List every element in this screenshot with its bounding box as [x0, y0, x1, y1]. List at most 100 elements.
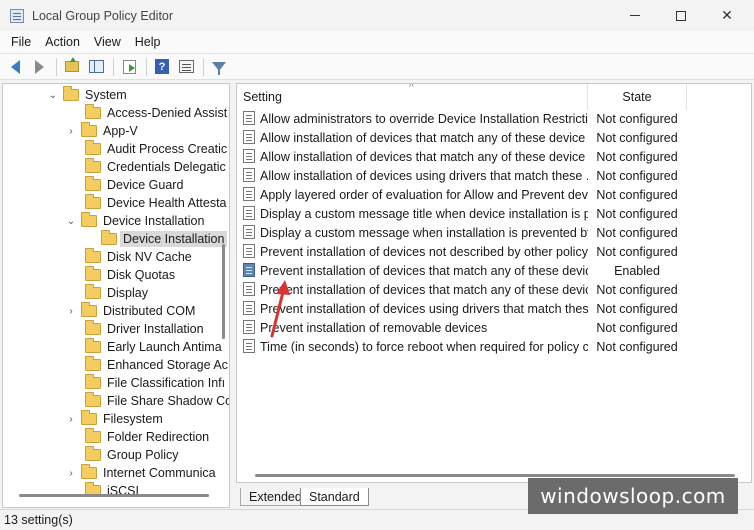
policy-state: Not configured — [596, 206, 678, 221]
tree-item[interactable]: Driver Installation — [81, 320, 204, 338]
chevron-down-icon[interactable]: ⌄ — [65, 212, 77, 230]
policy-row[interactable]: Prevent installation of devices using dr… — [237, 299, 751, 318]
policy-row[interactable]: Allow installation of devices using driv… — [237, 166, 751, 185]
tree-item-device-installation-restrictions[interactable]: Device Installation — [97, 230, 228, 248]
back-button[interactable] — [4, 56, 26, 78]
tree-item-label: Device Guard — [107, 178, 184, 192]
tree-item[interactable]: › Filesystem — [65, 410, 163, 428]
tree-vertical-scrollbar[interactable] — [222, 244, 225, 339]
tree-item[interactable]: Disk Quotas — [81, 266, 175, 284]
tree-item[interactable]: › Internet Communica — [65, 464, 216, 482]
policy-row[interactable]: Display a custom message when installati… — [237, 223, 751, 242]
tree-item-label: Filesystem — [103, 412, 163, 426]
policy-state: Not configured — [596, 130, 678, 145]
chevron-right-icon[interactable]: › — [65, 410, 77, 428]
properties-button[interactable] — [175, 56, 197, 78]
policy-setting-name: Display a custom message when installati… — [260, 225, 588, 240]
policy-row[interactable]: Allow installation of devices that match… — [237, 128, 751, 147]
tree-horizontal-scrollbar[interactable] — [19, 494, 209, 497]
menu-help[interactable]: Help — [128, 35, 168, 49]
close-button[interactable]: ✕ — [704, 0, 750, 31]
policy-setting-name: Time (in seconds) to force reboot when r… — [260, 339, 588, 354]
policy-row[interactable]: Time (in seconds) to force reboot when r… — [237, 337, 751, 356]
policy-row[interactable]: Allow administrators to override Device … — [237, 109, 751, 128]
show-hide-tree-button[interactable] — [85, 56, 107, 78]
policy-setting-icon — [243, 282, 255, 296]
chevron-down-icon[interactable]: ⌄ — [47, 86, 59, 104]
chevron-right-icon[interactable]: › — [65, 302, 77, 320]
filter-button[interactable] — [208, 56, 230, 78]
policy-setting-name: Display a custom message title when devi… — [260, 206, 588, 221]
tree-item[interactable]: Device Guard — [81, 176, 183, 194]
up-one-level-button[interactable] — [61, 56, 83, 78]
tree-item-label: Credentials Delegatic — [107, 160, 226, 174]
tree-item-label: Group Policy — [107, 448, 179, 462]
tree-item-label: App-V — [103, 124, 138, 138]
menu-file[interactable]: File — [4, 35, 38, 49]
export-icon — [122, 59, 136, 74]
tree-item[interactable]: Access-Denied Assist — [81, 104, 227, 122]
chevron-right-icon[interactable]: › — [65, 464, 77, 482]
folder-icon — [85, 140, 101, 155]
tree-item[interactable]: › App-V — [65, 122, 138, 140]
tree-item[interactable]: Folder Redirection — [81, 428, 209, 446]
tree-item-device-installation[interactable]: ⌄ Device Installation — [65, 212, 204, 230]
minimize-icon — [630, 15, 640, 16]
policy-row-enabled[interactable]: Prevent installation of devices that mat… — [237, 261, 751, 280]
policy-row[interactable]: Allow installation of devices that match… — [237, 147, 751, 166]
tree-item-system[interactable]: ⌄ System — [47, 86, 127, 104]
folder-icon — [81, 122, 97, 137]
tree-item[interactable]: Disk NV Cache — [81, 248, 192, 266]
tree-item-label: Disk Quotas — [107, 268, 176, 282]
tree-item[interactable]: Group Policy — [81, 446, 179, 464]
console-tree-pane: ⌄ System Access-Denied Assist › App-V Audi… — [2, 83, 230, 508]
folder-icon — [85, 284, 101, 299]
tree-item[interactable]: › Distributed COM — [65, 302, 195, 320]
tree-item[interactable]: Device Health Attesta — [81, 194, 227, 212]
tree-item[interactable]: File Classification Infı — [81, 374, 225, 392]
policy-row[interactable]: Prevent installation of devices not desc… — [237, 242, 751, 261]
minimize-button[interactable] — [612, 0, 658, 31]
console-tree-icon — [88, 60, 104, 73]
tree-item[interactable]: Enhanced Storage Ac — [81, 356, 228, 374]
tree-item[interactable]: Credentials Delegatic — [81, 158, 226, 176]
folder-icon — [85, 266, 101, 281]
folder-icon — [63, 86, 79, 101]
policy-row[interactable]: Display a custom message title when devi… — [237, 204, 751, 223]
menu-view[interactable]: View — [87, 35, 128, 49]
column-header-setting[interactable]: Setting — [243, 84, 583, 110]
tree-item[interactable]: Display — [81, 284, 148, 302]
tree-item-label: Internet Communica — [103, 466, 216, 480]
policy-row[interactable]: Prevent installation of devices that mat… — [237, 280, 751, 299]
filter-icon — [212, 62, 226, 75]
policy-setting-icon — [243, 206, 255, 220]
column-header-state[interactable]: State — [587, 84, 687, 110]
tree-item[interactable]: File Share Shadow Co — [81, 392, 229, 410]
folder-icon — [81, 410, 97, 425]
policy-state: Not configured — [596, 187, 678, 202]
title-bar: Local Group Policy Editor ✕ — [0, 0, 754, 31]
tree-item-label: Disk NV Cache — [107, 250, 192, 264]
settings-horizontal-scrollbar[interactable] — [255, 474, 735, 477]
tree-item[interactable]: iSCSI — [81, 482, 139, 500]
chevron-right-icon[interactable]: › — [65, 122, 77, 140]
folder-icon — [81, 212, 97, 227]
folder-icon — [85, 104, 101, 119]
tab-standard[interactable]: Standard — [300, 488, 369, 506]
tree-item-label: Early Launch Antima — [107, 340, 222, 354]
forward-button[interactable] — [28, 56, 50, 78]
policy-setting-name: Prevent installation of devices that mat… — [260, 263, 588, 278]
policy-row[interactable]: Apply layered order of evaluation for Al… — [237, 185, 751, 204]
tree-item-label: Device Installation — [120, 231, 228, 247]
tree-item-label: File Classification Infı — [107, 376, 226, 390]
tree-item-label: System — [85, 88, 127, 102]
help-button[interactable]: ? — [151, 56, 173, 78]
policy-state: Not configured — [596, 168, 678, 183]
policy-row[interactable]: Prevent installation of removable device… — [237, 318, 751, 337]
maximize-button[interactable] — [658, 0, 704, 31]
export-list-button[interactable] — [118, 56, 140, 78]
policy-setting-enabled-icon — [243, 263, 255, 277]
tree-item[interactable]: Audit Process Creatic — [81, 140, 227, 158]
tree-item[interactable]: Early Launch Antima — [81, 338, 222, 356]
menu-action[interactable]: Action — [38, 35, 87, 49]
